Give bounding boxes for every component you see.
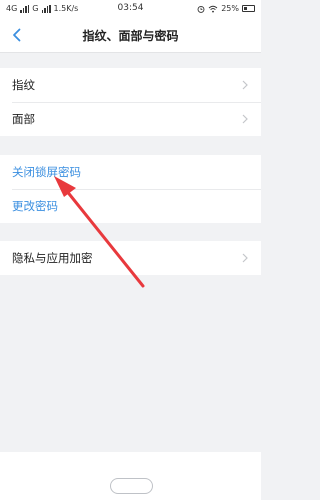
system-nav-bar (0, 452, 261, 500)
annotation-arrow (54, 176, 145, 288)
home-button[interactable] (110, 478, 153, 494)
